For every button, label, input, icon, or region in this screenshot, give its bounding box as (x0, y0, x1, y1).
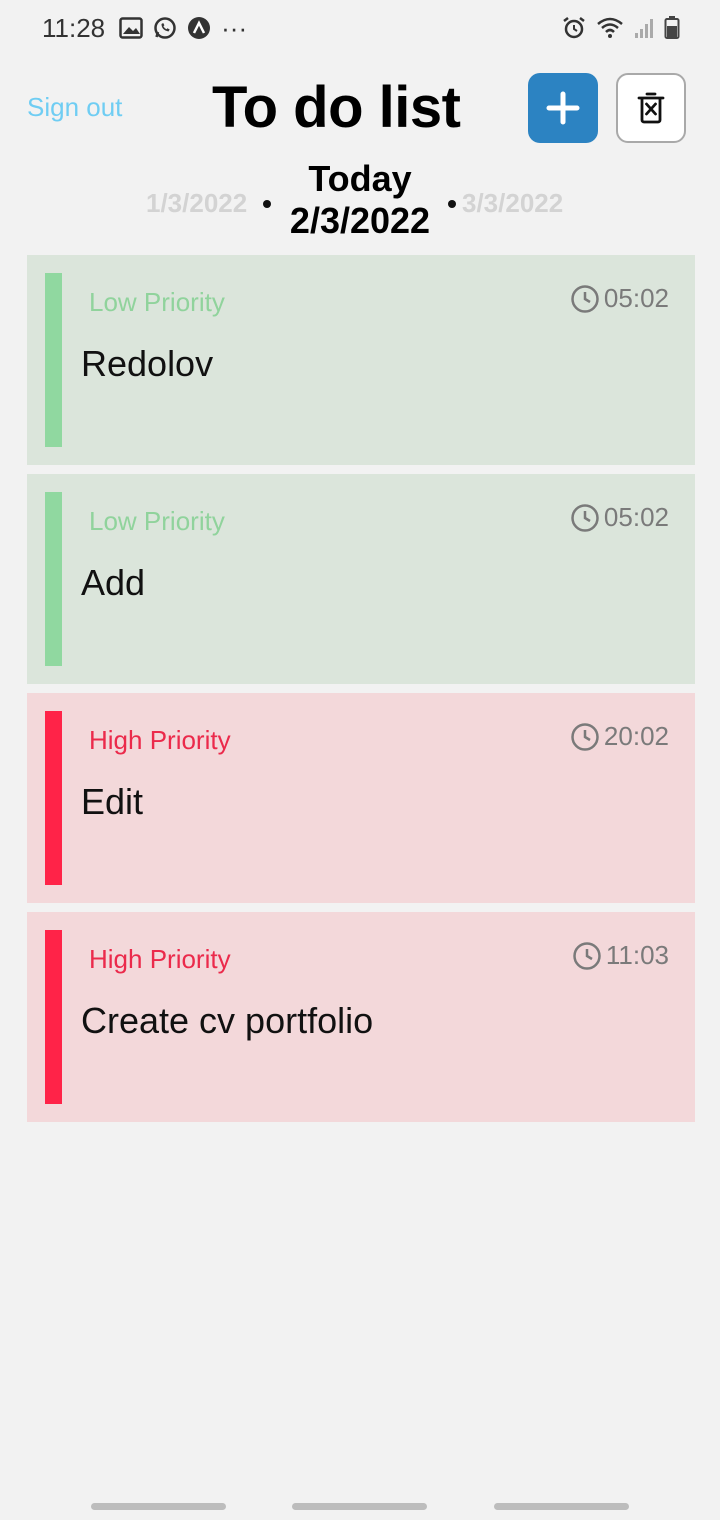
task-list: Low Priority 05:02 Redolov Low Priority … (27, 255, 695, 1131)
clock-icon (571, 503, 599, 532)
task-title: Edit (81, 781, 144, 822)
task-time: 11:03 (572, 940, 669, 971)
task-time: 05:02 (570, 502, 669, 533)
separator-dot (448, 200, 456, 208)
task-title: Redolov (81, 343, 214, 384)
page-title: To do list (212, 75, 461, 140)
current-date-value: 2/3/2022 (289, 200, 431, 241)
sign-out-link[interactable]: Sign out (27, 92, 122, 123)
date-navigator: 1/3/2022 Today 2/3/2022 3/3/2022 (0, 156, 720, 246)
task-title: Add (81, 562, 146, 603)
status-right (562, 16, 680, 40)
current-date: Today 2/3/2022 (250, 158, 470, 242)
app-logo-icon (187, 16, 211, 40)
header: Sign out To do list (0, 66, 720, 150)
priority-indicator (45, 711, 62, 885)
signal-icon (634, 17, 654, 39)
task-priority: High Priority (89, 725, 231, 755)
alarm-icon (562, 16, 586, 40)
task-priority: Low Priority (89, 506, 225, 536)
wifi-icon (596, 16, 624, 40)
task-time-value: 05:02 (603, 502, 669, 532)
today-label: Today (308, 158, 412, 199)
whatsapp-icon (153, 16, 177, 40)
back-button[interactable] (494, 1503, 629, 1510)
task-time: 05:02 (570, 283, 669, 314)
priority-indicator (45, 930, 62, 1104)
recent-apps-button[interactable] (91, 1503, 226, 1510)
priority-indicator (45, 492, 62, 666)
task-priority: Low Priority (89, 287, 225, 317)
task-time-value: 05:02 (603, 283, 669, 313)
add-task-button[interactable] (528, 73, 598, 143)
priority-indicator (45, 273, 62, 447)
home-button[interactable] (292, 1503, 427, 1510)
previous-date[interactable]: 1/3/2022 (146, 188, 247, 219)
plus-icon (546, 91, 580, 125)
task-time: 20:02 (570, 721, 669, 752)
status-bar: 11:28 ··· (0, 0, 720, 56)
battery-icon (664, 16, 680, 40)
task-time-value: 11:03 (605, 940, 669, 970)
task-card[interactable]: High Priority 11:03 Create cv portfolio (27, 912, 695, 1122)
clock-icon (571, 284, 599, 313)
status-left: 11:28 ··· (42, 13, 247, 44)
task-priority: High Priority (89, 944, 231, 974)
clock-icon (571, 722, 599, 751)
clock-icon (573, 941, 601, 970)
trash-x-icon (637, 92, 665, 124)
task-card[interactable]: Low Priority 05:02 Redolov (27, 255, 695, 465)
task-card[interactable]: Low Priority 05:02 Add (27, 474, 695, 684)
next-date[interactable]: 3/3/2022 (462, 188, 563, 219)
gallery-icon (119, 17, 143, 39)
more-notifications-icon: ··· (221, 12, 248, 43)
system-navigation (0, 1500, 720, 1510)
task-time-value: 20:02 (603, 721, 669, 751)
status-time: 11:28 (42, 12, 106, 43)
task-title: Create cv portfolio (81, 1000, 374, 1041)
task-card[interactable]: High Priority 20:02 Edit (27, 693, 695, 903)
delete-all-button[interactable] (616, 73, 686, 143)
